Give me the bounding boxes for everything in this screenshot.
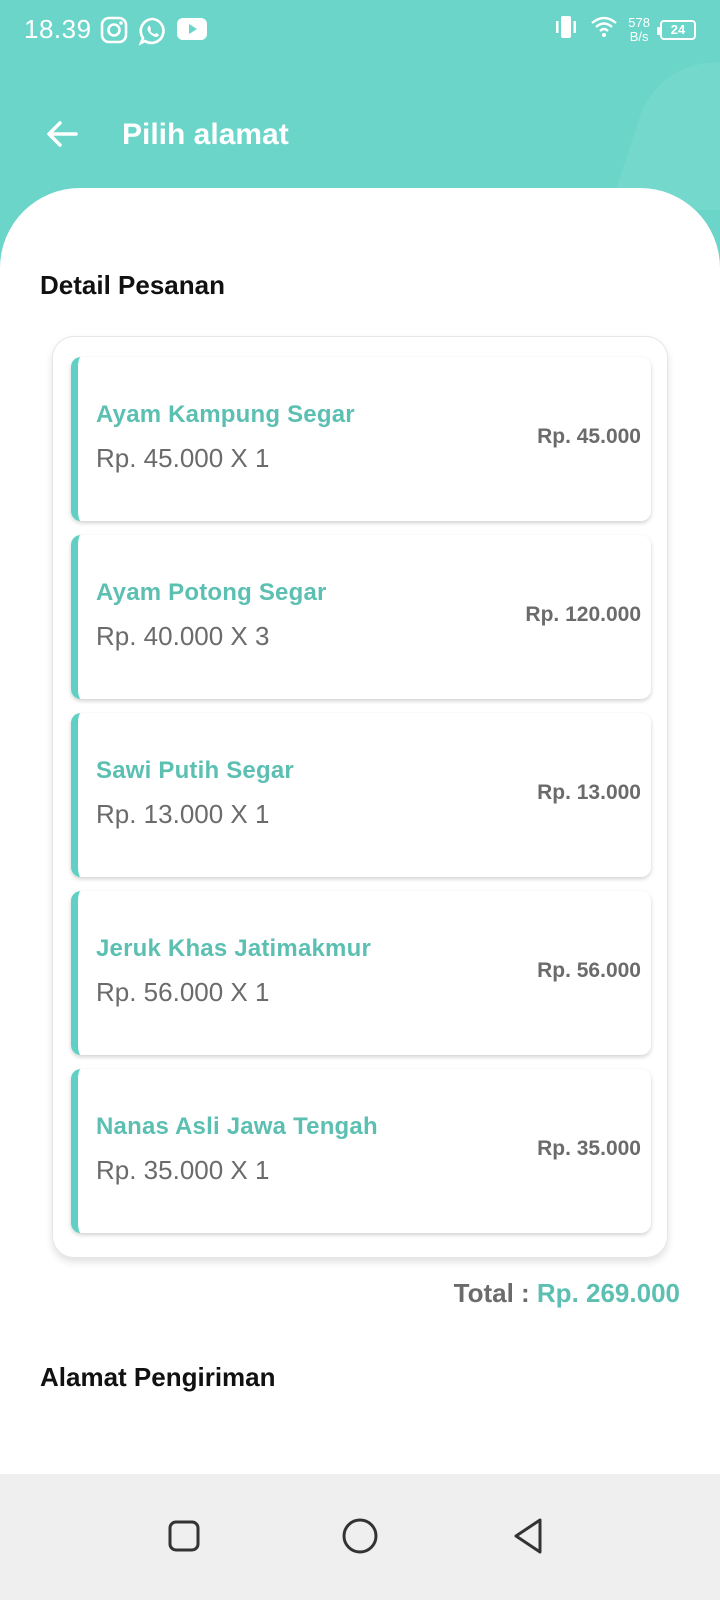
header: 18.39 578 B/s 24 Pilih alamat xyxy=(0,0,720,210)
back-button[interactable] xyxy=(40,114,84,158)
item-subtotal: Rp. 13.000 xyxy=(537,781,641,804)
total-label: Total : xyxy=(453,1278,537,1308)
item-name: Ayam Potong Segar xyxy=(96,579,327,606)
order-item[interactable]: Ayam Potong Segar Rp. 40.000 X 3 Rp. 120… xyxy=(71,535,651,699)
item-subtotal: Rp. 120.000 xyxy=(525,603,641,626)
order-item[interactable]: Nanas Asli Jawa Tengah Rp. 35.000 X 1 Rp… xyxy=(71,1069,651,1233)
status-time: 18.39 xyxy=(24,14,92,44)
net-speed-unit: B/s xyxy=(629,28,649,44)
item-price-qty: Rp. 13.000 X 1 xyxy=(96,799,270,829)
order-item[interactable]: Sawi Putih Segar Rp. 13.000 X 1 Rp. 13.0… xyxy=(71,713,651,877)
battery-icon: 24 xyxy=(657,19,696,40)
recent-apps-button[interactable] xyxy=(156,1510,212,1566)
order-section-title: Detail Pesanan xyxy=(40,270,225,300)
arrow-left-icon xyxy=(44,118,80,155)
total-value: Rp. 269.000 xyxy=(536,1278,680,1308)
order-item[interactable]: Jeruk Khas Jatimakmur Rp. 56.000 X 1 Rp.… xyxy=(71,891,651,1055)
page-title: Pilih alamat xyxy=(122,118,289,151)
battery-level: 24 xyxy=(670,22,686,37)
net-speed-value: 578 xyxy=(628,14,650,30)
order-list: Ayam Kampung Segar Rp. 45.000 X 1 Rp. 45… xyxy=(52,336,668,1258)
item-name: Jeruk Khas Jatimakmur xyxy=(96,935,371,962)
recent-apps-icon xyxy=(166,1518,202,1559)
vibrate-icon xyxy=(552,14,580,45)
home-icon xyxy=(340,1516,380,1561)
item-price-qty: Rp. 35.000 X 1 xyxy=(96,1155,270,1185)
header-decoration xyxy=(583,41,720,210)
item-price-qty: Rp. 45.000 X 1 xyxy=(96,443,270,473)
net-speed: 578 B/s xyxy=(628,14,650,44)
item-subtotal: Rp. 35.000 xyxy=(537,1137,641,1160)
system-nav-bar xyxy=(0,1474,720,1600)
order-item[interactable]: Ayam Kampung Segar Rp. 45.000 X 1 Rp. 45… xyxy=(71,357,651,521)
item-name: Ayam Kampung Segar xyxy=(96,401,355,428)
youtube-icon xyxy=(176,16,208,47)
system-back-button[interactable] xyxy=(500,1510,556,1566)
whatsapp-icon xyxy=(138,16,168,51)
home-button[interactable] xyxy=(332,1510,388,1566)
item-name: Nanas Asli Jawa Tengah xyxy=(96,1113,378,1140)
item-subtotal: Rp. 45.000 xyxy=(537,425,641,448)
back-icon xyxy=(510,1516,546,1561)
order-total: Total : Rp. 269.000 xyxy=(454,1278,680,1309)
item-price-qty: Rp. 56.000 X 1 xyxy=(96,977,270,1007)
status-right: 578 B/s 24 xyxy=(552,14,696,45)
item-name: Sawi Putih Segar xyxy=(96,757,294,784)
content-sheet: Detail Pesanan Ayam Kampung Segar Rp. 45… xyxy=(0,188,720,1474)
item-subtotal: Rp. 56.000 xyxy=(537,959,641,982)
wifi-icon xyxy=(590,14,618,45)
status-bar: 18.39 578 B/s 24 xyxy=(0,0,720,64)
address-section-title: Alamat Pengiriman xyxy=(40,1362,276,1392)
item-price-qty: Rp. 40.000 X 3 xyxy=(96,621,270,651)
instagram-icon xyxy=(100,16,128,49)
